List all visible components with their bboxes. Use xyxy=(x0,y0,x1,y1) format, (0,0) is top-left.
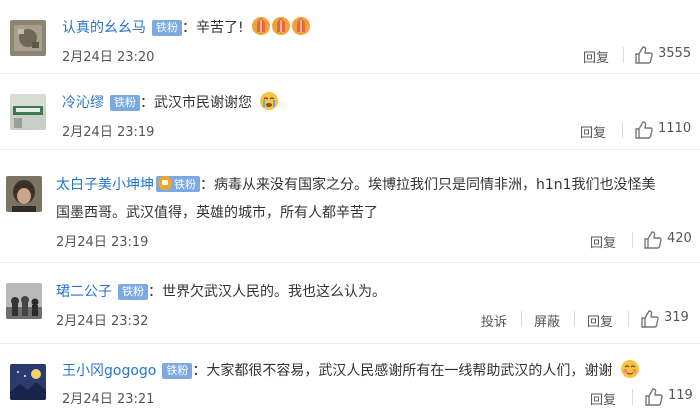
colon: ： xyxy=(148,284,162,300)
like-count: 1110 xyxy=(658,121,692,136)
thumbs-up-icon xyxy=(635,46,653,64)
comment-text-continued: 国墨西哥。武汉值得，英雄的城市，所有人都辛苦了 xyxy=(56,205,378,221)
thumbs-up-icon xyxy=(644,231,662,249)
comment-item: 王小冈gogogo 铁粉 ：大家都很不容易，武汉人民感谢所有在一线帮助武汉的人们，谢… xyxy=(0,344,700,408)
timestamp: 2月24日 23:20 xyxy=(62,50,155,65)
divider xyxy=(622,122,623,138)
fan-badge-label: 铁粉 xyxy=(174,178,196,191)
colon: ： xyxy=(140,95,154,111)
comment-item: 珺二公子 铁粉 ：世界欠武汉人民的。我也这么认为。 2月24日 23:32 投诉 屏… xyxy=(0,263,700,343)
like-button[interactable]: 319 xyxy=(640,309,697,329)
comment-item: 冷沁缪 铁粉 ：武汉市民谢谢您 2月24日 23:19 回复 1110 xyxy=(0,74,700,148)
divider xyxy=(521,311,522,327)
avatar[interactable] xyxy=(10,364,46,400)
timestamp: 2月24日 23:21 xyxy=(62,392,155,407)
reply-button[interactable]: 回复 xyxy=(580,122,606,141)
like-button[interactable]: 119 xyxy=(644,387,696,407)
timestamp: 2月24日 23:19 xyxy=(56,235,149,250)
like-button[interactable]: 3555 xyxy=(634,45,696,65)
reply-button[interactable]: 回复 xyxy=(590,389,616,408)
username[interactable]: 冷沁缪 xyxy=(62,95,104,111)
fan-badge[interactable]: 铁粉 xyxy=(152,20,182,36)
timestamp: 2月24日 23:19 xyxy=(62,125,155,140)
like-button[interactable]: 420 xyxy=(643,230,697,250)
divider xyxy=(623,47,624,63)
divider xyxy=(632,389,633,405)
comment-item: 太白子美小坤坤 铁粉 ：病毒从来没有国家之分。埃博拉我们只是同情非洲，h1n1我们也… xyxy=(0,150,700,256)
avatar[interactable] xyxy=(6,176,42,212)
username[interactable]: 珺二公子 xyxy=(56,284,112,300)
comment-text: 世界欠武汉人民的。我也这么认为。 xyxy=(162,284,386,300)
divider xyxy=(574,311,575,327)
comment-text: 大家都很不容易，武汉人民感谢所有在一线帮助武汉的人们，谢谢 xyxy=(206,363,613,379)
like-count: 319 xyxy=(664,310,689,325)
comment-text: 病毒从来没有国家之分。埃博拉我们只是同情非洲，h1n1我们也没怪美 xyxy=(214,177,656,193)
comment-item: 认真的幺幺马 铁粉 ：辛苦了! 2月24日 23:20 回复 3555 xyxy=(0,0,700,72)
reply-button[interactable]: 回复 xyxy=(590,232,616,251)
comment-text: 武汉市民谢谢您 xyxy=(154,95,252,111)
prayer-hands-emoji xyxy=(251,16,311,43)
colon: ： xyxy=(182,20,196,36)
username[interactable]: 认真的幺幺马 xyxy=(62,20,146,36)
like-count: 3555 xyxy=(658,46,692,61)
block-button[interactable]: 屏蔽 xyxy=(534,311,560,330)
fan-badge[interactable]: 铁粉 xyxy=(156,176,200,192)
crown-icon xyxy=(158,176,172,190)
reply-button[interactable]: 回复 xyxy=(583,47,609,66)
thumbs-up-icon xyxy=(641,310,659,328)
colon: ： xyxy=(192,363,207,379)
like-count: 420 xyxy=(667,231,692,246)
divider xyxy=(628,311,629,327)
thumbs-up-icon xyxy=(635,121,653,139)
crying-face-emoji xyxy=(259,91,279,118)
avatar[interactable] xyxy=(10,20,46,56)
comment-text: 辛苦了! xyxy=(196,20,244,36)
fan-badge[interactable]: 铁粉 xyxy=(110,95,140,111)
timestamp: 2月24日 23:32 xyxy=(56,314,149,329)
divider xyxy=(632,232,633,248)
avatar[interactable] xyxy=(6,283,42,319)
username[interactable]: 王小冈gogogo xyxy=(62,363,156,379)
reply-button[interactable]: 回复 xyxy=(587,311,613,330)
thumbs-up-icon xyxy=(645,388,663,406)
username[interactable]: 太白子美小坤坤 xyxy=(56,177,154,193)
avatar[interactable] xyxy=(10,94,46,130)
like-button[interactable]: 1110 xyxy=(634,120,696,140)
blushing-face-emoji xyxy=(620,359,640,386)
like-count: 119 xyxy=(668,388,693,403)
report-button[interactable]: 投诉 xyxy=(481,311,507,330)
colon: ： xyxy=(200,177,214,193)
fan-badge[interactable]: 铁粉 xyxy=(118,284,148,300)
fan-badge[interactable]: 铁粉 xyxy=(162,363,193,379)
